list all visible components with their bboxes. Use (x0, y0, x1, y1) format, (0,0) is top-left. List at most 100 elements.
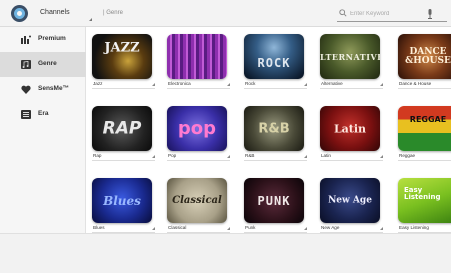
genre-art-text: New Age (328, 195, 372, 205)
tile-divider (398, 88, 451, 89)
genre-label: Alternative (321, 81, 343, 86)
genre-artwork: DANCE &HOUSE (398, 34, 451, 79)
genre-tile-dance-house[interactable]: DANCE &HOUSE Dance & House (393, 27, 451, 99)
search-input[interactable] (350, 8, 418, 20)
genre-art-text: Latin (333, 122, 367, 135)
genre-tile-rock[interactable]: ROCK Rock (239, 27, 309, 99)
genre-artwork: New Age (320, 178, 380, 223)
search-underline (337, 21, 447, 22)
genre-tile-pop[interactable]: pop Pop (162, 99, 232, 171)
music-note-icon (21, 60, 31, 69)
genre-artwork: Latin (320, 106, 380, 151)
genre-label: Rock (245, 81, 256, 86)
genre-label: New Age (321, 225, 340, 230)
sidebar-item-sensme[interactable]: SensMe™ (0, 77, 86, 102)
genre-tile-latin[interactable]: Latin Latin (315, 99, 385, 171)
genre-label: Reggae (399, 153, 416, 158)
tile-divider (320, 160, 383, 161)
genre-artwork: RAP (92, 106, 152, 151)
genre-label: Pop (168, 153, 177, 158)
corner-arrow-icon (304, 227, 307, 230)
genre-label: Latin (321, 153, 331, 158)
genre-artwork: R&B (244, 106, 304, 151)
genre-label: Electronica (168, 81, 191, 86)
genre-art-text: JAZZ (104, 40, 140, 55)
sidebar-item-genre[interactable]: Genre (0, 52, 86, 77)
app-logo-icon[interactable] (11, 5, 28, 22)
genre-art-text: R&B (258, 121, 290, 136)
genre-label: Blues (93, 225, 105, 230)
genre-art-text: Classical (172, 194, 222, 206)
genre-art-text: Blues (103, 193, 141, 208)
tile-divider (167, 88, 230, 89)
genre-art-text: RAP (102, 118, 142, 138)
tile-divider (92, 160, 155, 161)
genre-label: Easy Listening (399, 225, 429, 230)
tile-divider (398, 160, 451, 161)
dropdown-corner-icon (89, 18, 92, 21)
genre-tile-jazz[interactable]: JAZZ Jazz (87, 27, 157, 99)
genre-art-text: DANCE &HOUSE (405, 46, 451, 66)
sidebar-item-label: Era (38, 110, 49, 117)
genre-tile-punk[interactable]: PUNK Punk (239, 171, 309, 233)
microphone-icon[interactable] (427, 9, 433, 19)
genre-label: Classical (168, 225, 187, 230)
genre-art-text: pop (177, 117, 217, 139)
corner-arrow-icon (152, 155, 155, 158)
genre-tile-alternative[interactable]: LTERNATIVE Alternative (315, 27, 385, 99)
genre-artwork (167, 34, 227, 79)
genre-tile-rap[interactable]: RAP Rap (87, 99, 157, 171)
genre-tile-blues[interactable]: Blues Blues (87, 171, 157, 233)
era-icon (21, 110, 31, 119)
tile-divider (244, 160, 307, 161)
genre-artwork: pop (167, 106, 227, 151)
sidebar: Premium Genre SensMe™ Era (0, 27, 86, 233)
corner-arrow-icon (304, 155, 307, 158)
genre-tile-classical[interactable]: Classical Classical (162, 171, 232, 233)
breadcrumb: | Genre (103, 10, 123, 16)
genre-artwork: JAZZ (92, 34, 152, 79)
genre-tile-rnb[interactable]: R&B R&B (239, 99, 309, 171)
search-icon[interactable] (339, 9, 347, 17)
corner-arrow-icon (227, 155, 230, 158)
genre-art-text: LTERNATIVE (320, 51, 380, 62)
genre-art-text: Easy Listening (404, 185, 441, 201)
sidebar-item-premium[interactable]: Premium (0, 27, 86, 52)
bottom-panel (0, 233, 451, 273)
genre-artwork: Classical (167, 178, 227, 223)
genre-art-text: PUNK (257, 193, 291, 208)
tile-divider (167, 160, 230, 161)
corner-arrow-icon (227, 83, 230, 86)
corner-arrow-icon (380, 155, 383, 158)
corner-arrow-icon (152, 83, 155, 86)
genre-tile-new-age[interactable]: New Age New Age (315, 171, 385, 233)
corner-arrow-icon (380, 227, 383, 230)
genre-artwork: ROCK (244, 34, 304, 79)
genre-tile-electronica[interactable]: Electronica (162, 27, 232, 99)
genre-label: Rap (93, 153, 102, 158)
genre-art-text: REGGAE (409, 114, 447, 124)
genre-artwork: Blues (92, 178, 152, 223)
premium-icon (21, 35, 31, 44)
sidebar-item-label: Genre (38, 60, 57, 67)
genre-tile-easy-listening[interactable]: Easy Listening Easy Listening (393, 171, 451, 233)
genre-tile-reggae[interactable]: REGGAE Reggae (393, 99, 451, 171)
genre-artwork: LTERNATIVE (320, 34, 380, 79)
genre-art-text: ROCK (257, 56, 291, 71)
sidebar-item-label: Premium (38, 35, 66, 42)
genre-label: Jazz (93, 81, 103, 86)
genre-grid: JAZZ Jazz Electronica ROCK Rock LTERNATI… (87, 27, 451, 233)
top-bar: Channels | Genre (0, 0, 451, 27)
corner-arrow-icon (152, 227, 155, 230)
genre-label: Punk (245, 225, 256, 230)
tile-divider (244, 88, 307, 89)
corner-arrow-icon (380, 83, 383, 86)
app-title[interactable]: Channels (40, 9, 70, 16)
genre-artwork: PUNK (244, 178, 304, 223)
sidebar-item-label: SensMe™ (38, 85, 70, 92)
genre-artwork: REGGAE (398, 106, 451, 151)
corner-arrow-icon (304, 83, 307, 86)
genre-label: Dance & House (399, 81, 432, 86)
heart-icon (21, 85, 31, 94)
sidebar-item-era[interactable]: Era (0, 102, 86, 127)
